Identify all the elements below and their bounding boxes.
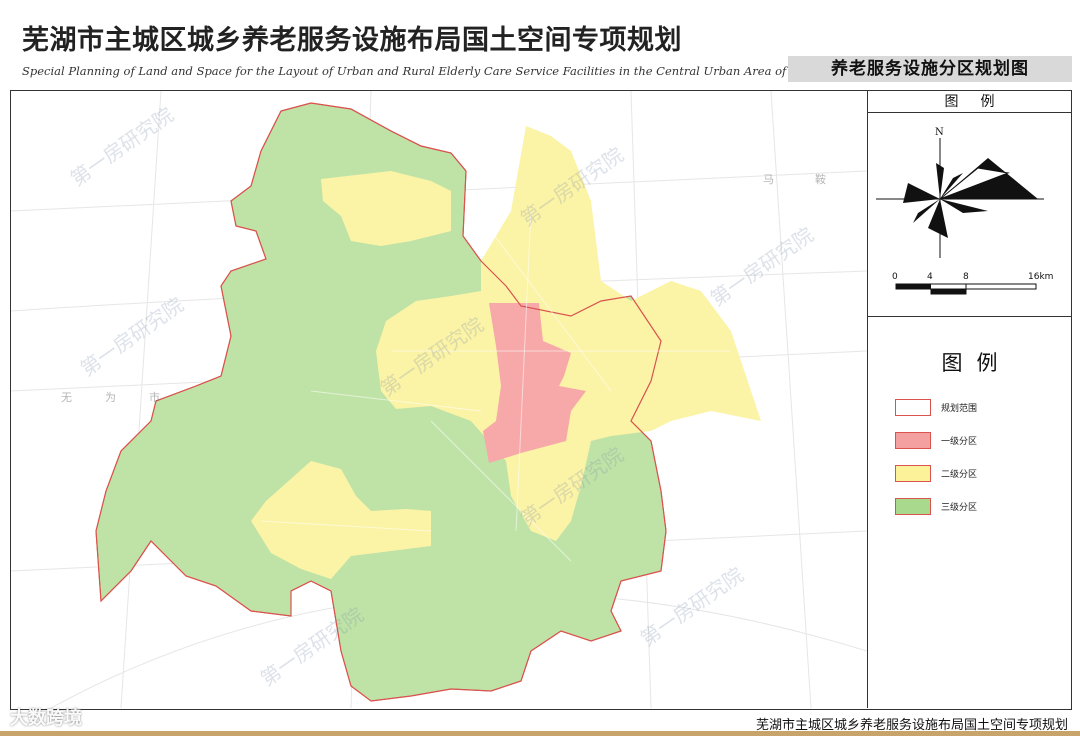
scale-label: 16km bbox=[1028, 272, 1053, 282]
legend-header: 图例 bbox=[868, 91, 1071, 113]
legend-label: 一级分区 bbox=[941, 437, 978, 447]
legend-swatch bbox=[895, 399, 931, 416]
compass-scale-panel: 图例 N 0 4 8 16km bbox=[868, 91, 1071, 317]
footer-bar bbox=[0, 731, 1080, 736]
zoning-map bbox=[11, 91, 867, 708]
legend-swatch bbox=[895, 465, 931, 482]
sheet-title: 养老服务设施分区规划图 bbox=[788, 56, 1072, 82]
place-label: 马 bbox=[763, 173, 774, 186]
scale-label: 0 bbox=[892, 272, 898, 282]
place-label: 为 bbox=[105, 391, 116, 404]
north-label: N bbox=[935, 127, 944, 138]
legend-label: 三级分区 bbox=[941, 503, 978, 513]
legend-label: 二级分区 bbox=[941, 470, 978, 480]
legend-title: 图例 bbox=[941, 351, 1012, 375]
page-subtitle-en: Special Planning of Land and Space for t… bbox=[22, 64, 851, 78]
map-frame: 马 鞍 无 为 市 第一房研究院 第一房研究院 第一房研究院 第一房研究院 第一… bbox=[10, 90, 1072, 710]
scale-bar: 0 4 8 16km bbox=[892, 272, 1053, 295]
scale-label: 8 bbox=[963, 272, 969, 282]
place-label: 鞍 bbox=[815, 173, 826, 186]
legend-swatch bbox=[895, 498, 931, 515]
place-label: 市 bbox=[149, 391, 160, 404]
map-area: 马 鞍 无 为 市 第一房研究院 第一房研究院 第一房研究院 第一房研究院 第一… bbox=[11, 91, 867, 708]
corner-logo: 大数跨境 bbox=[10, 708, 82, 729]
legend-label: 规划范围 bbox=[941, 404, 978, 414]
place-label: 无 bbox=[61, 391, 72, 404]
scale-label: 4 bbox=[927, 272, 933, 282]
page-title: 芜湖市主城区城乡养老服务设施布局国土空间专项规划 bbox=[22, 25, 682, 56]
legend-swatch bbox=[895, 432, 931, 449]
legend-sidebar: 图例 N 0 4 8 16km 图例 规划范围 一级分区 二级分区 三级分区 bbox=[867, 91, 1071, 708]
